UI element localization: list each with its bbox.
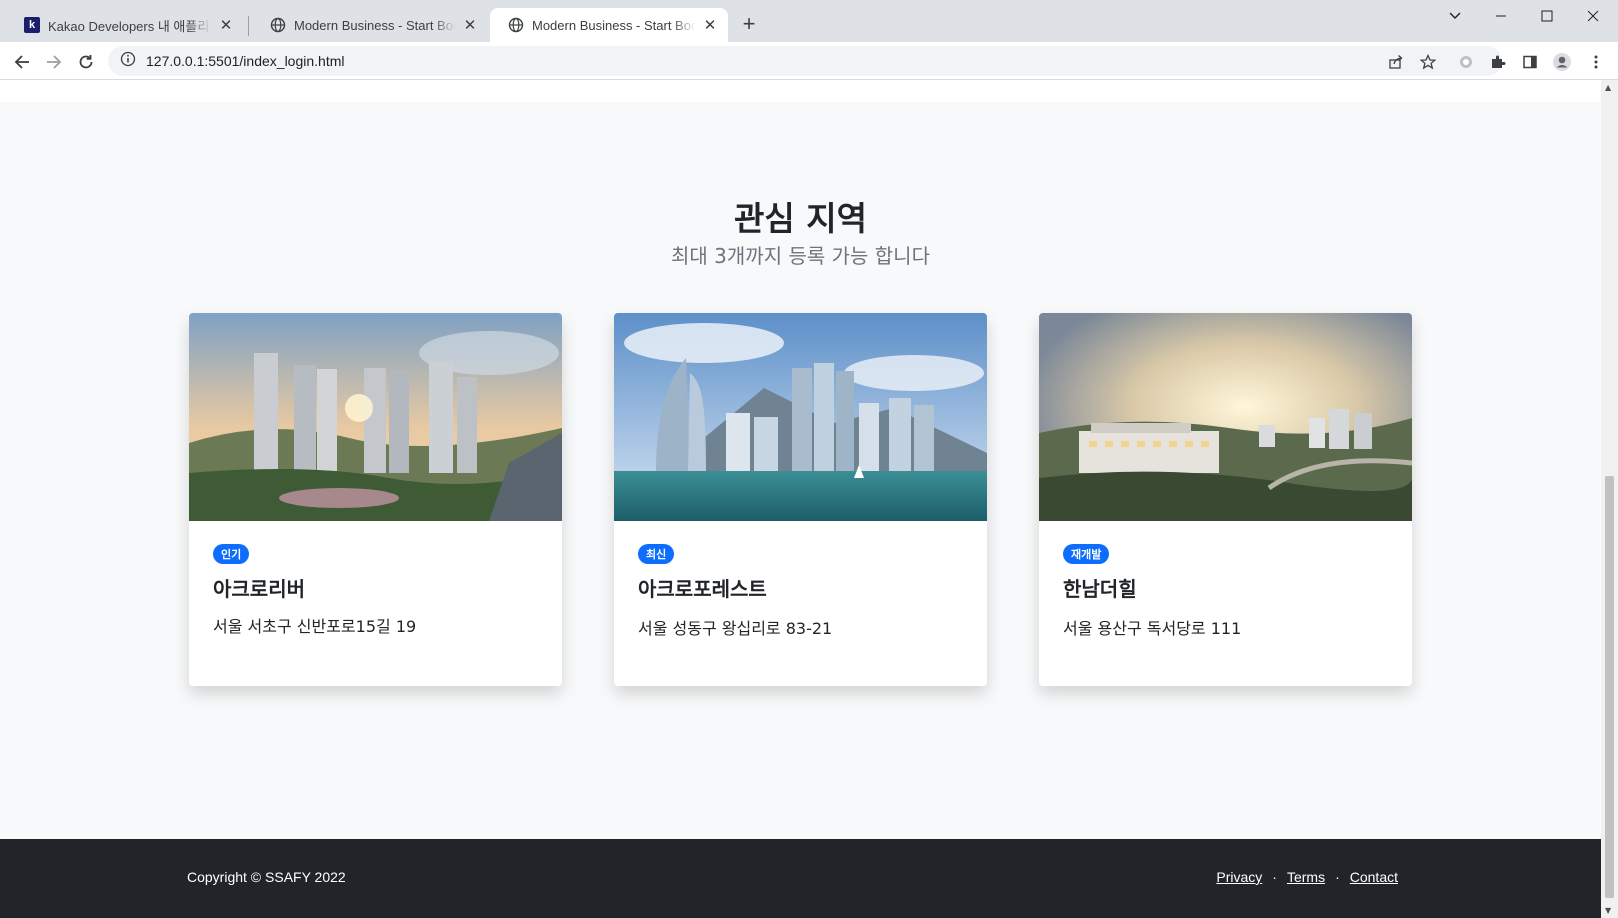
tab-title: Kakao Developers 내 애플리케이션 <box>48 18 212 34</box>
tab-separator <box>248 16 249 36</box>
link-separator: · <box>1272 869 1277 885</box>
region-card[interactable]: 최신 아크로포레스트 서울 성동구 왕십리로 83-21 <box>614 313 987 686</box>
browser-tab-modern-business-active[interactable]: Modern Business - Start Bootstrap ✕ <box>490 8 728 42</box>
globe-icon <box>508 17 524 33</box>
section-subheading: 최대 3개까지 등록 가능 합니다 <box>671 244 930 268</box>
address-bar[interactable]: 127.0.0.1:5501/index_login.html <box>108 46 1502 76</box>
region-card[interactable]: 재개발 한남더힐 서울 용산구 독서당로 111 <box>1039 313 1412 686</box>
maximize-icon[interactable] <box>1524 0 1570 32</box>
footer-links: Privacy · Terms · Contact <box>1216 869 1398 885</box>
card-title[interactable]: 아크로포레스트 <box>638 573 767 602</box>
profile-avatar-icon[interactable] <box>1548 48 1576 76</box>
card-address: 서울 용산구 독서당로 111 <box>1063 619 1242 638</box>
link-separator: · <box>1335 869 1340 885</box>
globe-icon <box>270 17 286 33</box>
reload-icon[interactable] <box>72 48 100 76</box>
tab-title: Modern Business - Start Bootstrap <box>532 17 696 33</box>
back-arrow-icon[interactable] <box>8 48 36 76</box>
badge-redevelopment: 재개발 <box>1063 544 1110 564</box>
tab-search-chevron-icon[interactable] <box>1432 0 1478 32</box>
extension-circle-icon[interactable] <box>1452 48 1480 76</box>
puzzle-extensions-icon[interactable] <box>1484 48 1512 76</box>
section-heading: 관심 지역 <box>734 199 867 238</box>
navbar-bottom-edge <box>0 80 1601 102</box>
badge-popular: 인기 <box>213 544 250 564</box>
url-text: 127.0.0.1:5501/index_login.html <box>146 53 345 69</box>
scroll-down-arrow-icon[interactable]: ▼ <box>1605 906 1611 915</box>
side-panel-icon[interactable] <box>1516 48 1544 76</box>
browser-tabstrip: k Kakao Developers 내 애플리케이션 ✕ Modern Bus… <box>0 0 1618 42</box>
card-image-hillside-complex <box>1039 313 1412 521</box>
tab-title: Modern Business - Start Bootstrap <box>294 17 456 33</box>
contact-link[interactable]: Contact <box>1350 869 1398 885</box>
card-title[interactable]: 아크로리버 <box>213 573 305 602</box>
close-window-icon[interactable] <box>1570 0 1616 32</box>
scroll-up-arrow-icon[interactable]: ▲ <box>1605 83 1611 92</box>
vertical-scrollbar[interactable]: ▲ ▼ <box>1601 80 1618 918</box>
card-image-apartment-towers <box>189 313 562 521</box>
card-image-waterfront-skyline <box>614 313 987 521</box>
page-footer: Copyright © SSAFY 2022 Privacy · Terms ·… <box>0 839 1601 918</box>
badge-newest: 최신 <box>638 544 675 564</box>
more-menu-icon[interactable] <box>1582 48 1610 76</box>
share-icon[interactable] <box>1382 48 1410 76</box>
terms-link[interactable]: Terms <box>1287 869 1325 885</box>
browser-toolbar: 127.0.0.1:5501/index_login.html <box>0 42 1618 80</box>
site-info-icon[interactable] <box>120 51 136 71</box>
card-address: 서울 서초구 신반포로15길 19 <box>213 617 417 636</box>
privacy-link[interactable]: Privacy <box>1216 869 1262 885</box>
scrollbar-thumb[interactable] <box>1605 476 1614 898</box>
close-tab-icon[interactable]: ✕ <box>218 17 234 34</box>
new-tab-button[interactable]: + <box>738 13 760 36</box>
close-tab-icon[interactable]: ✕ <box>462 17 478 34</box>
bookmark-star-icon[interactable] <box>1414 48 1442 76</box>
minimize-icon[interactable] <box>1478 0 1524 32</box>
page-viewport: 관심 지역 최대 3개까지 등록 가능 합니다 인기 아크로리버 서울 서초구 … <box>0 80 1601 918</box>
copyright-text: Copyright © SSAFY 2022 <box>187 869 346 885</box>
browser-tab-modern-business-1[interactable]: Modern Business - Start Bootstrap ✕ <box>252 8 488 42</box>
browser-tab-kakao[interactable]: k Kakao Developers 내 애플리케이션 ✕ <box>6 8 244 42</box>
region-card[interactable]: 인기 아크로리버 서울 서초구 신반포로15길 19 <box>189 313 562 686</box>
close-tab-icon[interactable]: ✕ <box>702 17 718 34</box>
kakao-k-icon: k <box>24 17 40 33</box>
forward-arrow-icon[interactable] <box>40 48 68 76</box>
card-address: 서울 성동구 왕십리로 83-21 <box>638 619 833 638</box>
card-title[interactable]: 한남더힐 <box>1063 573 1137 602</box>
